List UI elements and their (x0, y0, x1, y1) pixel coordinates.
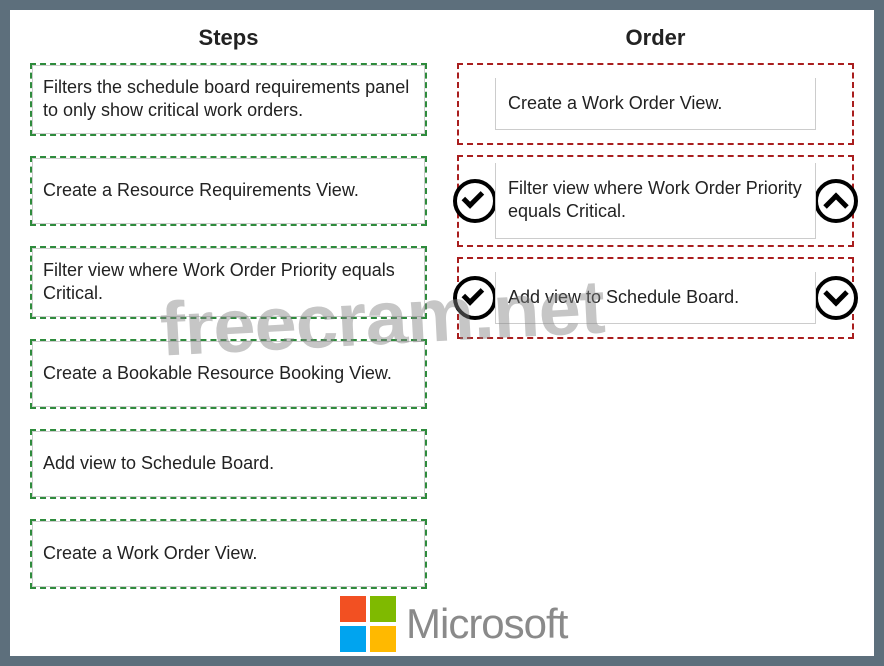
order-text: Filter view where Work Order Priority eq… (495, 163, 816, 239)
step-text: Add view to Schedule Board. (32, 431, 425, 497)
microsoft-logo: Microsoft (340, 596, 567, 652)
logo-square-yellow (370, 626, 396, 652)
order-text: Create a Work Order View. (495, 78, 816, 130)
steps-header: Steps (30, 25, 427, 51)
step-text: Create a Work Order View. (32, 521, 425, 587)
logo-square-blue (340, 626, 366, 652)
step-item[interactable]: Add view to Schedule Board. (30, 429, 427, 499)
chevron-up-icon[interactable] (814, 179, 858, 223)
step-item[interactable]: Filter view where Work Order Priority eq… (30, 246, 427, 319)
step-item[interactable]: Filters the schedule board requirements … (30, 63, 427, 136)
step-item[interactable]: Create a Work Order View. (30, 519, 427, 589)
step-text: Filter view where Work Order Priority eq… (32, 248, 425, 317)
chevron-down-icon[interactable] (814, 276, 858, 320)
logo-square-red (340, 596, 366, 622)
microsoft-logo-icon (340, 596, 396, 652)
order-item[interactable]: Add view to Schedule Board. (457, 257, 854, 339)
order-item[interactable]: Filter view where Work Order Priority eq… (457, 155, 854, 247)
microsoft-logo-text: Microsoft (406, 600, 567, 648)
order-header: Order (457, 25, 854, 51)
main-container: freecram.net Steps Filters the schedule … (10, 10, 874, 656)
check-icon[interactable] (453, 179, 497, 223)
steps-column: Steps Filters the schedule board require… (30, 25, 427, 641)
columns-wrapper: Steps Filters the schedule board require… (30, 25, 854, 641)
step-item[interactable]: Create a Resource Requirements View. (30, 156, 427, 226)
order-text: Add view to Schedule Board. (495, 272, 816, 324)
logo-square-green (370, 596, 396, 622)
step-item[interactable]: Create a Bookable Resource Booking View. (30, 339, 427, 409)
step-text: Filters the schedule board requirements … (32, 65, 425, 134)
check-icon[interactable] (453, 276, 497, 320)
order-item[interactable]: Create a Work Order View. (457, 63, 854, 145)
step-text: Create a Bookable Resource Booking View. (32, 341, 425, 407)
order-column: Order Create a Work Order View. Filter v… (457, 25, 854, 641)
step-text: Create a Resource Requirements View. (32, 158, 425, 224)
